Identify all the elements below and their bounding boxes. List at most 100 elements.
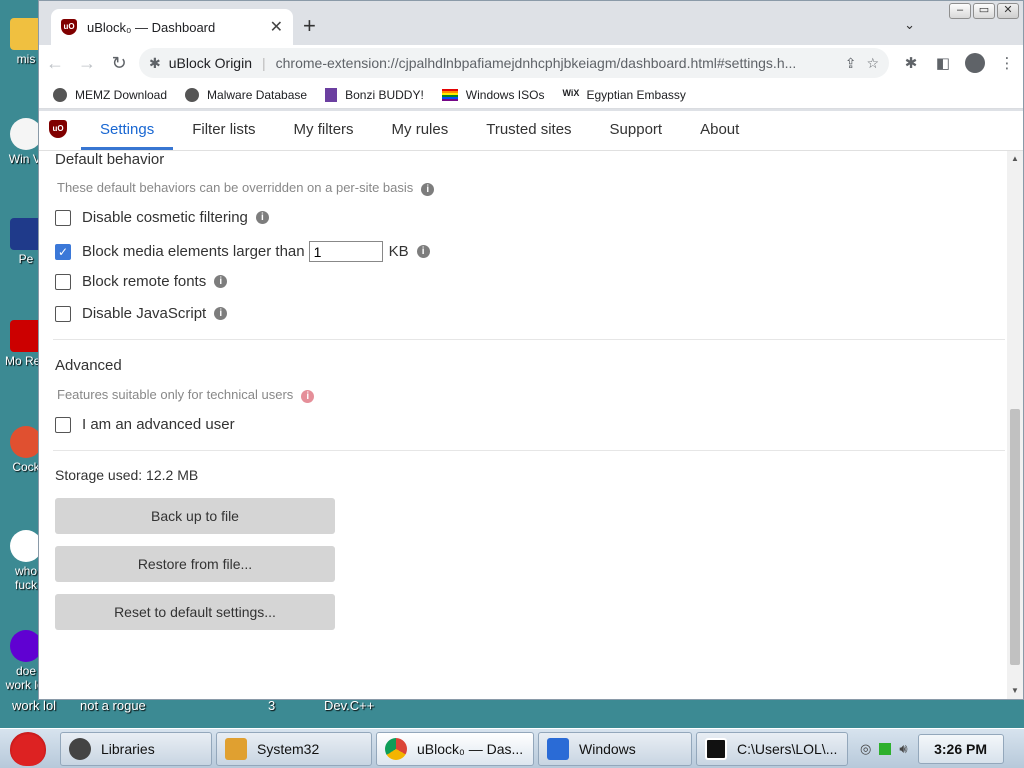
dashboard-nav: uO Settings Filter lists My filters My r… [39, 111, 1023, 151]
angry-bird-icon [10, 731, 46, 766]
task-label: uBlock₀ — Das... [417, 740, 524, 757]
section-title-default-behavior: Default behavior [55, 151, 165, 168]
tab-search-icon[interactable]: ⌄ [904, 17, 915, 33]
task-windows[interactable]: Windows [538, 731, 692, 766]
task-system32[interactable]: System32 [216, 731, 372, 766]
windows-setup-icon [547, 737, 569, 760]
tab-my-filters[interactable]: My filters [275, 121, 373, 150]
media-size-input[interactable] [308, 241, 383, 262]
menu-kebab-icon[interactable]: ⋮ [991, 54, 1023, 72]
back-button[interactable]: ← [39, 47, 71, 79]
browser-tab[interactable]: uO uBlock₀ — Dashboard ✕ [51, 9, 293, 45]
toolbar: ← → ↻ ✱ uBlock Origin | chrome-extension… [39, 45, 1023, 81]
info-icon[interactable]: i [421, 183, 435, 196]
info-icon[interactable]: i [416, 245, 430, 258]
scroll-thumb[interactable] [1010, 409, 1020, 665]
minimize-button[interactable]: – [949, 3, 971, 19]
reload-button[interactable]: ↻ [103, 47, 135, 79]
bookmark-item[interactable]: MEMZ Download [53, 87, 167, 102]
side-panel-icon[interactable]: ◧ [927, 54, 959, 72]
profile-avatar-icon[interactable] [965, 53, 985, 73]
close-window-button[interactable]: ✕ [997, 3, 1019, 19]
desktop-icon-label: who fuck [14, 564, 37, 592]
extensions-icon[interactable]: ✱ [895, 54, 927, 72]
task-label: System32 [257, 740, 320, 757]
window-controls: – ▭ ✕ [945, 1, 1023, 21]
tab-filter-lists[interactable]: Filter lists [173, 121, 274, 150]
bookmark-item[interactable]: Malware Database [185, 87, 308, 102]
unit-label: KB [388, 243, 409, 260]
clock[interactable]: 3:26 PM [917, 733, 1004, 764]
option-label: I am an advanced user [82, 416, 235, 433]
info-icon[interactable]: i [255, 211, 269, 224]
desktop-label: work lol [12, 698, 57, 713]
bookmark-item[interactable]: Bonzi BUDDY! [325, 87, 424, 102]
checkbox[interactable] [55, 273, 71, 290]
backup-button[interactable]: Back up to file [55, 498, 335, 534]
tray-status-icon[interactable]: ◎ [860, 741, 871, 757]
tab-settings[interactable]: Settings [81, 121, 174, 150]
section-desc-text: These default behaviors can be overridde… [57, 180, 414, 195]
desktop-label: not a rogue [80, 698, 146, 713]
option-disable-cosmetic: Disable cosmetic filtering i [55, 209, 269, 226]
rainbow-flag-icon [441, 88, 458, 101]
tab-title: uBlock₀ — Dashboard [87, 19, 216, 35]
globe-icon [185, 87, 200, 102]
share-icon[interactable]: ⇪ [845, 55, 857, 72]
bookmarks-bar: MEMZ Download Malware Database Bonzi BUD… [39, 81, 1023, 109]
checkbox[interactable] [55, 416, 71, 433]
bookmark-item[interactable]: WiX Egyptian Embassy [562, 88, 685, 102]
browser-window: uO uBlock₀ — Dashboard ✕ + ⌄ – ▭ ✕ ← → ↻… [38, 0, 1024, 700]
volume-icon[interactable]: 🔊︎ [899, 741, 907, 757]
warning-info-icon[interactable]: i [301, 390, 315, 403]
desktop-label: Dev.C++ [324, 698, 375, 713]
section-desc: These default behaviors can be overridde… [57, 180, 435, 196]
vertical-scrollbar[interactable]: ▲ ▼ [1007, 151, 1023, 699]
checkbox[interactable] [55, 209, 71, 226]
bookmark-star-icon[interactable]: ☆ [866, 55, 879, 72]
reset-button[interactable]: Reset to default settings... [55, 594, 335, 630]
desktop-icon-label: Pe [18, 252, 34, 266]
tab-about[interactable]: About [681, 121, 758, 150]
bookmark-label: Bonzi BUDDY! [345, 87, 424, 102]
start-button[interactable] [0, 729, 56, 768]
new-tab-button[interactable]: + [303, 15, 316, 37]
network-icon[interactable] [879, 742, 892, 755]
checkbox[interactable] [55, 305, 71, 322]
extension-puzzle-icon: ✱ [149, 54, 161, 71]
storage-used: Storage used: 12.2 MB [55, 467, 199, 483]
bookmark-label: Malware Database [207, 87, 308, 102]
system-tray: ◎ 🔊︎ [854, 732, 914, 766]
task-ublock-dashboard[interactable]: uBlock₀ — Das... [376, 731, 534, 766]
option-label: Disable cosmetic filtering [82, 209, 248, 226]
globe-icon [53, 87, 67, 102]
task-7zip[interactable]: C:\Users\LOL\... [696, 731, 848, 766]
desktop-icon-label: Cock [12, 460, 40, 474]
task-label: Libraries [101, 740, 155, 757]
maximize-button[interactable]: ▭ [973, 3, 995, 19]
tab-trusted-sites[interactable]: Trusted sites [467, 121, 590, 150]
section-title-advanced: Advanced [55, 357, 122, 374]
task-libraries[interactable]: Libraries [60, 731, 212, 766]
info-icon[interactable]: i [214, 275, 228, 288]
tab-support[interactable]: Support [591, 121, 682, 150]
scroll-up-icon[interactable]: ▲ [1007, 151, 1023, 167]
option-block-fonts: Block remote fonts i [55, 273, 228, 290]
tab-my-rules[interactable]: My rules [373, 121, 468, 150]
tab-close-icon[interactable]: ✕ [270, 17, 283, 37]
bonzi-icon [325, 87, 338, 102]
section-desc-text: Features suitable only for technical use… [57, 387, 294, 402]
section-desc: Features suitable only for technical use… [57, 387, 315, 403]
url-text: chrome-extension://cjpalhdlnbpafiamejdnh… [275, 55, 797, 71]
ublock-logo-icon: uO [49, 120, 67, 138]
scroll-down-icon[interactable]: ▼ [1007, 683, 1023, 699]
address-bar[interactable]: ✱ uBlock Origin | chrome-extension://cjp… [139, 48, 889, 78]
tab-strip: uO uBlock₀ — Dashboard ✕ + ⌄ [39, 1, 1023, 45]
forward-button[interactable]: → [71, 47, 103, 79]
restore-button[interactable]: Restore from file... [55, 546, 335, 582]
7zip-icon [705, 737, 727, 760]
info-icon[interactable]: i [214, 307, 228, 320]
checkbox-checked[interactable]: ✓ [55, 243, 71, 260]
bookmark-item[interactable]: Windows ISOs [441, 88, 544, 102]
divider [53, 339, 1005, 340]
